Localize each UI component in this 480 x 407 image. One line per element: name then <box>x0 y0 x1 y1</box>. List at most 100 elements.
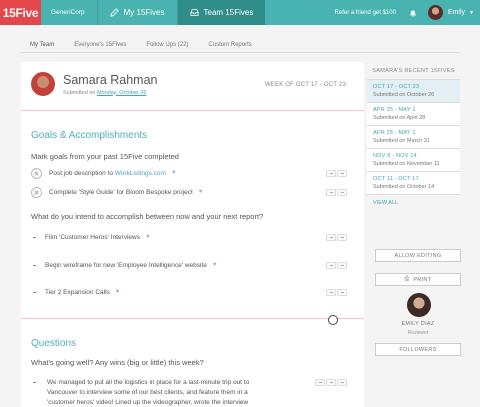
view-all-link[interactable]: VIEW ALL <box>367 195 460 211</box>
uncheck-circle-icon[interactable] <box>31 167 42 179</box>
planned-goal-item: Film 'Customer Heros' Interviews ♥ <box>31 230 347 244</box>
planned-text: Begin wireframe for new 'Employee Intell… <box>45 261 207 269</box>
goals-question-planned: What do you intend to accomplish between… <box>31 212 264 221</box>
bullet-icon <box>33 291 36 293</box>
user-name[interactable]: Emily <box>448 9 465 16</box>
recent-submitted: Submitted on November 11 <box>373 161 440 167</box>
person-header: Samara Rahman Submitted on Monday, Octob… <box>31 72 158 96</box>
subtab-follow-ups[interactable]: Follow Ups (22) <box>136 37 198 53</box>
flag-icon[interactable] <box>337 233 347 241</box>
comment-icon[interactable] <box>326 188 336 196</box>
print-label: PRINT <box>413 276 432 283</box>
heart-icon[interactable]: ♥ <box>146 234 150 240</box>
print-button[interactable]: ⎙ PRINT <box>375 273 461 286</box>
reviewer-avatar <box>407 293 431 317</box>
pencil-icon <box>109 8 119 17</box>
comment-icon[interactable] <box>326 288 336 296</box>
item-actions <box>326 169 347 177</box>
item-actions <box>326 188 347 196</box>
mouse-cursor-icon <box>328 315 338 325</box>
goal-text: Complete 'Style Guide' for Bloom Bespoke… <box>49 188 193 196</box>
reply-icon[interactable] <box>326 378 336 386</box>
week-label: WEEK OF OCT 17 - OCT 23 <box>264 82 346 88</box>
followers-button[interactable]: FOLLOWERS <box>375 343 461 356</box>
goals-question-completed: Mark goals from your past 15Five complet… <box>31 152 179 161</box>
reviewer-role: Reviewer <box>407 330 429 336</box>
planned-text: Film 'Customer Heros' Interviews <box>45 233 140 241</box>
recent-15five-item[interactable]: OCT 11 - OCT 17 Submitted on October 14 <box>367 172 460 195</box>
tab-team-15fives-label: Team 15Fives <box>203 8 254 17</box>
print-icon: ⎙ <box>404 276 410 282</box>
recent-range: APR 25 - MAY 1 <box>373 130 416 136</box>
flag-icon[interactable] <box>337 378 347 386</box>
subtab-my-team[interactable]: My Team <box>20 37 64 53</box>
section-divider <box>21 110 364 111</box>
bullet-icon <box>33 381 36 383</box>
recent-15fives-sidebar: SAMARA'S RECENT 15FIVES OCT 17 - OCT 23 … <box>367 62 461 407</box>
user-avatar[interactable] <box>427 5 443 20</box>
comment-icon[interactable] <box>326 233 336 241</box>
tab-team-15fives[interactable]: Team 15Fives <box>176 0 266 25</box>
allow-editing-button[interactable]: ALLOW EDITING <box>375 249 461 262</box>
sidebar-title: SAMARA'S RECENT 15FIVES <box>367 62 460 80</box>
recent-submitted: Submitted on October 26 <box>373 92 435 98</box>
tab-my-15fives[interactable]: My 15Fives <box>96 0 177 25</box>
item-actions <box>326 233 347 241</box>
comment-icon[interactable] <box>326 169 336 177</box>
completed-goal-item: Complete 'Style Guide' for Bloom Bespoke… <box>31 185 347 199</box>
subtab-custom-reports[interactable]: Custom Reports <box>198 37 261 53</box>
person-avatar <box>31 72 55 96</box>
goal-text: Post job description to <box>49 169 113 177</box>
answer-line: Vancouver to interview some of our best … <box>47 389 248 396</box>
flag-icon[interactable] <box>337 169 347 177</box>
chevron-down-icon[interactable]: ▼ <box>469 10 474 16</box>
questions-section-title: Questions <box>31 338 77 349</box>
person-name: Samara Rahman <box>63 72 158 87</box>
flag-icon[interactable] <box>337 261 347 269</box>
submitted-info: Submitted on Monday, October 26 <box>63 90 158 96</box>
answer-text: We managed to put all the logistics in p… <box>47 378 317 407</box>
bell-icon[interactable] <box>408 8 418 18</box>
sub-nav: My Team Everyone's 15Fives Follow Ups (2… <box>20 37 460 53</box>
heart-icon[interactable]: ♥ <box>199 189 203 195</box>
answer-line: 'customer heros' video! Lined up the vid… <box>47 399 249 406</box>
bullet-icon <box>33 236 36 238</box>
completed-goal-item: Post job description to WorkListings.com… <box>31 166 347 180</box>
flag-icon[interactable] <box>337 188 347 196</box>
answer-line: We managed to put all the logistics in p… <box>47 379 250 386</box>
subtab-everyones-15fives[interactable]: Everyone's 15Fives <box>64 37 136 53</box>
submitted-date-link[interactable]: Monday, October 26 <box>97 90 146 96</box>
recent-submitted: Submitted on October 14 <box>373 184 435 190</box>
goal-link[interactable]: WorkListings.com <box>115 170 166 177</box>
item-actions <box>326 288 347 296</box>
recent-15five-item[interactable]: APR 25 - MAY 1 Submitted on March 31 <box>367 126 460 149</box>
flag-icon[interactable] <box>337 288 347 296</box>
goals-section-title: Goals & Accomplishments <box>31 130 148 141</box>
recent-15five-item[interactable]: NOV 8 - NOV 14 Submitted on November 11 <box>367 149 460 172</box>
comment-icon[interactable] <box>326 261 336 269</box>
org-name[interactable]: GeneriCorp <box>41 0 97 25</box>
recent-submitted: Submitted on March 31 <box>373 138 430 144</box>
heart-icon[interactable]: ♥ <box>116 289 120 295</box>
tab-my-15fives-label: My 15Fives <box>123 8 165 17</box>
app-logo[interactable]: 15Five <box>0 0 41 25</box>
bullet-icon <box>33 264 36 266</box>
top-nav-bar: 15Five GeneriCorp My 15Fives Team 15Five… <box>0 0 480 25</box>
recent-range: APR 25 - MAY 1 <box>373 107 416 113</box>
heart-icon[interactable]: ♥ <box>172 170 176 176</box>
recent-15five-item[interactable]: APR 25 - MAY 1 Submitted on April 28 <box>367 103 460 126</box>
recent-15five-item[interactable]: OCT 17 - OCT 23 Submitted on October 26 <box>367 80 460 103</box>
heart-icon[interactable]: ♥ <box>213 262 217 268</box>
item-actions <box>315 378 347 386</box>
questions-prompt: What's going well? Any wins (big or litt… <box>31 358 204 367</box>
report-card: Samara Rahman Submitted on Monday, Octob… <box>21 62 364 407</box>
refer-friend-link[interactable]: Refer a friend get $100 <box>335 10 408 16</box>
recent-range: OCT 11 - OCT 17 <box>373 176 419 182</box>
reviewer-name: EMILY DIAZ <box>401 321 435 327</box>
planned-goal-item: Begin wireframe for new 'Employee Intell… <box>31 258 347 272</box>
recent-range: NOV 8 - NOV 14 <box>373 153 417 159</box>
uncheck-circle-icon[interactable] <box>31 186 42 198</box>
inbox-icon <box>190 8 199 17</box>
planned-goal-item: Tier 2 Expansion Calls ♥ <box>31 285 347 299</box>
recent-range: OCT 17 - OCT 23 <box>373 84 420 90</box>
